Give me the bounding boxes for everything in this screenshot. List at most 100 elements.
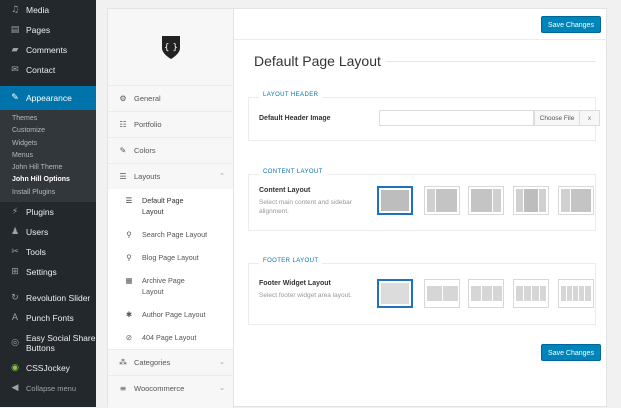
menu-label: CSSJockey <box>26 363 70 374</box>
options-panel: { } ⚙ General ☷ Portfolio ✎ Colors ☰ Layouts… <box>107 8 607 408</box>
menu-item-comments[interactable]: ▰ Comments <box>0 40 96 60</box>
contact-icon: ✉ <box>11 65 19 75</box>
plugins-icon: ⚡ <box>11 207 19 218</box>
layout-main-area-icon <box>471 189 492 212</box>
layout-right-sidebar-icon <box>493 189 501 212</box>
submenu-item-customize[interactable]: Customize <box>0 125 96 137</box>
section-title: CONTENT LAYOUT <box>259 169 327 175</box>
menu-label: Media <box>26 5 50 15</box>
admin-sidebar: ♫ Media ▤ Pages ▰ Comments ✉ Contact ✎ Appear… <box>0 0 96 407</box>
woocommerce-icon: ≡ <box>119 384 127 393</box>
menu-item-users[interactable]: ♟ Users <box>0 222 96 242</box>
layout-option-left-sidebar[interactable] <box>424 186 460 215</box>
subnav-default-page-layout[interactable]: ☰ Default Page Layout <box>108 189 233 223</box>
submenu-item-install-plugins[interactable]: Install Plugins <box>0 187 96 199</box>
collapse-menu[interactable]: ◀ Collapse menu <box>0 378 96 398</box>
pages-icon: ▤ <box>10 25 20 35</box>
subnav-author-page-layout[interactable]: ✱ Author Page Layout <box>108 303 233 326</box>
clear-file-button[interactable]: x <box>580 110 600 126</box>
footer-column-icon <box>493 286 502 301</box>
users-icon: ♟ <box>10 227 20 238</box>
nav-label: Colors <box>134 146 156 155</box>
footer-option-two-columns[interactable] <box>424 279 460 308</box>
cssjockey-icon: ◉ <box>11 363 19 374</box>
tools-icon: ✂ <box>11 247 19 258</box>
layout-option-two-sidebars[interactable] <box>513 186 549 215</box>
footer-column-icon <box>567 286 572 301</box>
menu-item-media[interactable]: ♫ Media <box>0 0 96 20</box>
footer-option-one-column[interactable] <box>377 279 413 308</box>
nav-item-woocommerce[interactable]: ≡ Woocommerce ⌄ <box>108 375 233 401</box>
menu-item-revolution-slider[interactable]: ↻ Revolution Slider <box>0 288 96 308</box>
comments-icon: ▰ <box>11 45 19 55</box>
appearance-submenu: Themes Customize Widgets Menus John Hill… <box>0 110 96 203</box>
field-label: Content Layout <box>259 187 311 194</box>
options-content: Save Changes Default Page Layout LAYOUT … <box>234 9 606 406</box>
menu-item-cssjockey[interactable]: ◉ CSSJockey <box>0 358 96 378</box>
footer-one-column-icon <box>381 283 409 304</box>
submenu-item-menus[interactable]: Menus <box>0 150 96 162</box>
menu-item-contact[interactable]: ✉ Contact <box>0 60 96 80</box>
save-changes-button-bottom[interactable]: Save Changes <box>541 344 601 361</box>
field-label: Footer Widget Layout <box>259 280 331 287</box>
save-changes-button-top[interactable]: Save Changes <box>541 16 601 33</box>
easy-social-share-icon: ◎ <box>11 338 19 349</box>
menu-label: Collapse menu <box>26 383 77 393</box>
footer-column-icon <box>561 286 566 301</box>
nav-item-portfolio[interactable]: ☷ Portfolio <box>108 111 233 137</box>
footer-column-icon <box>585 286 591 301</box>
section-title: FOOTER LAYOUT <box>259 258 323 264</box>
subnav-blog-page-layout[interactable]: ⚲ Blog Page Layout <box>108 246 233 269</box>
layouts-subnav: ☰ Default Page Layout ⚲ Search Page Layout… <box>108 189 233 349</box>
menu-item-plugins[interactable]: ⚡ Plugins <box>0 202 96 222</box>
field-description: Select footer widget area layout. <box>259 292 352 299</box>
nav-label: Categories <box>134 358 171 367</box>
subnav-label: Archive Page Layout <box>142 276 185 296</box>
header-image-input[interactable] <box>379 110 534 126</box>
nav-item-colors[interactable]: ✎ Colors <box>108 137 233 163</box>
section-title: LAYOUT HEADER <box>259 92 323 98</box>
layout-full-icon <box>381 190 409 211</box>
footer-column-icon <box>443 286 458 301</box>
submenu-item-widgets[interactable]: Widgets <box>0 138 96 150</box>
menu-item-tools[interactable]: ✂ Tools <box>0 242 96 262</box>
subnav-search-page-layout[interactable]: ⚲ Search Page Layout <box>108 223 233 246</box>
categories-icon: ⁂ <box>119 358 127 367</box>
footer-option-three-columns[interactable] <box>468 279 504 308</box>
layouts-icon: ☰ <box>119 172 127 181</box>
menu-item-settings[interactable]: ⊞ Settings <box>0 262 96 282</box>
archive-icon: ▦ <box>125 276 133 285</box>
footer-option-five-columns[interactable] <box>558 279 594 308</box>
menu-item-easy-social-share[interactable]: ◎ Easy Social Share Buttons <box>0 328 96 358</box>
content-layout-section: CONTENT LAYOUT Content Layout Select mai… <box>248 169 596 231</box>
svg-text:{ }: { } <box>163 43 177 53</box>
layout-option-right-sidebar[interactable] <box>468 186 504 215</box>
submenu-item-themes[interactable]: Themes <box>0 113 96 125</box>
nav-item-categories[interactable]: ⁂ Categories ⌄ <box>108 349 233 375</box>
menu-item-pages[interactable]: ▤ Pages <box>0 20 96 40</box>
author-icon: ✱ <box>125 310 133 319</box>
footer-column-icon <box>579 286 584 301</box>
nav-item-general[interactable]: ⚙ General <box>108 85 233 111</box>
nav-label: Woocommerce <box>134 384 185 393</box>
revolution-slider-icon: ↻ <box>11 293 19 304</box>
collapse-menu-icon: ◀ <box>11 383 19 394</box>
footer-option-four-columns[interactable] <box>513 279 549 308</box>
nav-label: Layouts <box>134 172 161 181</box>
menu-item-punch-fonts[interactable]: A Punch Fonts <box>0 308 96 328</box>
submenu-item-theme[interactable]: John Hill Theme <box>0 162 96 174</box>
layout-option-full-width[interactable] <box>377 186 413 215</box>
layout-option-double-right[interactable] <box>558 186 594 215</box>
menu-label: Pages <box>26 25 51 35</box>
subnav-404-page-layout[interactable]: ⊘ 404 Page Layout <box>108 326 233 349</box>
menu-label: Comments <box>26 45 68 55</box>
menu-item-appearance[interactable]: ✎ Appearance <box>0 86 96 110</box>
subnav-archive-page-layout[interactable]: ▦ Archive Page Layout <box>108 269 233 303</box>
chevron-down-icon: ⌄ <box>219 358 225 366</box>
media-icon: ♫ <box>10 5 20 15</box>
choose-file-button[interactable]: Choose File <box>534 110 580 126</box>
layout-left-sidebar-icon <box>427 189 435 212</box>
nav-label: Portfolio <box>134 120 162 129</box>
nav-item-layouts[interactable]: ☰ Layouts ⌃ <box>108 163 233 189</box>
submenu-item-options[interactable]: John Hill Options <box>0 174 96 186</box>
